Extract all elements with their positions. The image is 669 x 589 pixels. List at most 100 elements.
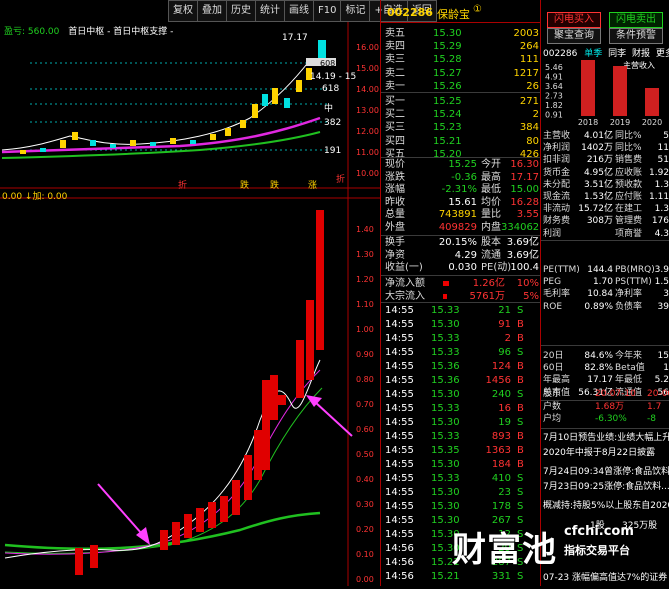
flash-buy-button[interactable]: 闪电买入	[547, 12, 601, 28]
tick-side: S	[517, 417, 524, 428]
candle	[190, 140, 196, 144]
tick-side: B	[517, 445, 524, 456]
stat-value2: 1	[663, 363, 669, 374]
revenue-bar-chart: 5.464.913.642.731.820.91 2018 2019 2020	[545, 60, 662, 126]
holder-value2: 1.7	[647, 401, 662, 412]
toolbar-btn-2[interactable]: 历史	[226, 0, 256, 22]
chart-area[interactable]: 16.00 15.00 14.00 13.00 12.00 11.00 10.00 1.40…	[0, 0, 437, 586]
tick-time: 14:55	[385, 445, 414, 456]
val-value2: 39	[657, 301, 669, 312]
tick-time: 14:55	[385, 347, 414, 358]
tick-time: 14:56	[385, 543, 414, 554]
mark-1: 跌	[240, 181, 250, 191]
signal-bar	[208, 502, 216, 528]
query-button[interactable]: 聚宝查询	[547, 28, 601, 44]
stock-name: 保龄宝	[437, 8, 470, 21]
fin-value: 4.95亿	[583, 167, 613, 178]
tick-side: S	[517, 389, 524, 400]
signal-bar	[306, 300, 314, 380]
fin-value2: 1.92	[649, 167, 669, 178]
fin-value: 1402万	[581, 143, 613, 154]
tick-side: B	[517, 375, 524, 386]
tick-price: 15.33	[431, 403, 460, 414]
rev-bar	[613, 66, 627, 116]
tick-time: 14:56	[385, 571, 414, 582]
axis-bottom-tick: 1.30	[356, 250, 374, 259]
flash-sell-button[interactable]: 闪电卖出	[609, 12, 663, 28]
stat-value: 82.8%	[584, 363, 613, 374]
quote-value2: 16.28	[510, 196, 539, 208]
candle	[130, 140, 136, 146]
chart-label-sell: 17.17	[282, 33, 308, 43]
val-label: PEG	[543, 277, 562, 288]
stock-badge: ①	[473, 4, 482, 15]
val-value: 144.4	[587, 265, 613, 275]
quote-value: -0.36	[451, 171, 477, 183]
flow-bar	[443, 293, 447, 299]
ob-volume: 271	[519, 96, 539, 107]
ob-price: 15.30	[433, 28, 462, 39]
signal-bar	[172, 522, 180, 545]
divider	[381, 275, 541, 276]
chart-label-range: 14.19 - 15	[310, 72, 357, 82]
quote-label: 外盘	[385, 221, 405, 233]
candle	[284, 98, 290, 108]
candle	[150, 142, 156, 146]
fin-value: 1.53亿	[583, 192, 613, 202]
rev-axis-tick: 1.82	[545, 101, 563, 110]
tick-side: B	[517, 319, 524, 330]
tick-side: B	[517, 431, 524, 442]
fin-value: 15.72亿	[578, 204, 613, 215]
val-value2: 3	[663, 289, 669, 300]
divider	[541, 428, 669, 429]
quote-value2: 3.55	[516, 209, 539, 220]
chart-label-fold: 折	[336, 175, 346, 185]
toolbar-btn-6[interactable]: 标记	[340, 0, 371, 22]
stock-title: 002286 保龄宝 ①	[381, 0, 541, 23]
tick-time: 14:55	[385, 515, 414, 526]
val-value2: 1.5	[654, 277, 669, 288]
tick-time: 14:55	[385, 417, 414, 428]
ob-volume: 1217	[513, 67, 539, 79]
val-label2: 负债率	[615, 301, 643, 312]
toolbar-btn-5[interactable]: F10	[313, 0, 342, 22]
rev-axis-tick: 3.64	[545, 82, 563, 91]
fin-value: 3.51亿	[583, 179, 613, 190]
tick-volume: 1456	[485, 375, 511, 386]
alert-button[interactable]: 条件预警	[609, 28, 663, 44]
quote-value2: 15.00	[510, 184, 539, 195]
toolbar-btn-4[interactable]: 画线	[284, 0, 314, 22]
tick-side: B	[517, 361, 524, 372]
candle	[110, 144, 116, 148]
tick-time: 14:55	[385, 487, 414, 498]
toolbar-btn-3[interactable]: 统计	[255, 0, 285, 22]
indicator-bottom-header: 0.00 ↓加: 0.00	[2, 192, 68, 202]
rev-axis-tick: 5.46	[545, 63, 563, 72]
toolbar-btn-1[interactable]: 叠加	[197, 0, 227, 22]
signal-bar	[75, 548, 83, 575]
fin-value: 308万	[586, 216, 613, 227]
quote-value2: 334062	[501, 221, 540, 233]
tick-side: S	[517, 487, 524, 498]
fin-value2: 1.11	[649, 192, 669, 202]
quote-value: -2.31%	[441, 184, 477, 195]
stat-label2: 今年来	[615, 351, 643, 361]
divider	[541, 345, 669, 346]
tick-side: S	[517, 305, 524, 316]
toolbar-btn-0[interactable]: 复权	[168, 0, 198, 22]
axis-top-tick: 12.00	[356, 127, 379, 136]
axis-bottom-tick: 0.80	[356, 375, 374, 384]
indicator-top-name: 首日中枢 - 首日中枢支撑 -	[68, 27, 174, 37]
flow-pct: 10%	[516, 278, 539, 289]
fin-value2: 51	[657, 155, 669, 166]
stat-value: 17.17	[587, 375, 613, 386]
chart-label-mid: 中	[324, 104, 334, 114]
tick-price: 15.30	[431, 501, 460, 512]
tick-volume: 16	[498, 403, 511, 414]
tick-volume: 410	[491, 473, 511, 484]
fin-value2: 1.3	[654, 204, 669, 215]
stat-label: 60日	[543, 363, 564, 374]
tick-volume: 178	[491, 501, 511, 512]
signal-bar	[196, 508, 204, 532]
chart-label-618: 618	[322, 84, 340, 94]
